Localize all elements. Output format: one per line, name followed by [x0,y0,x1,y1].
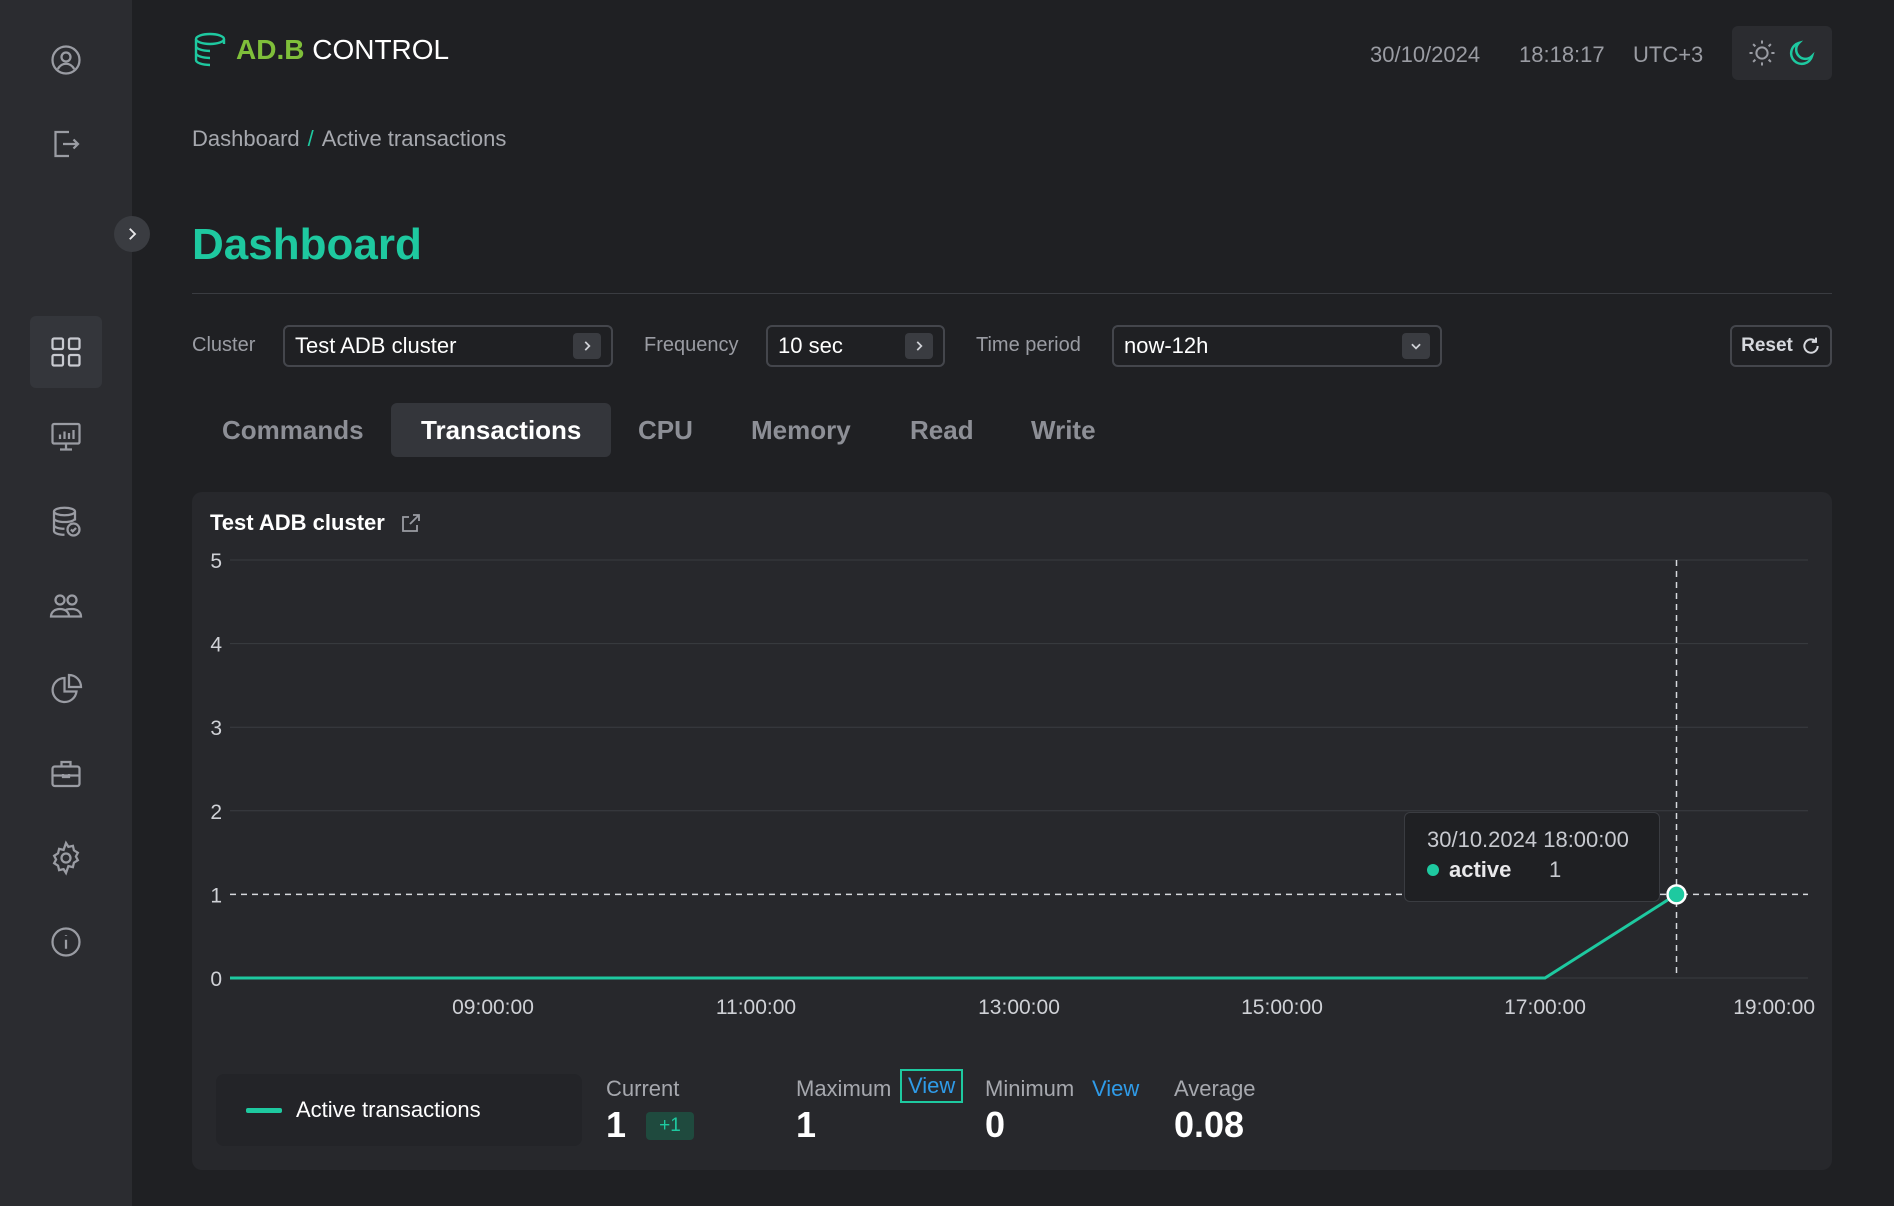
hover-point [1666,884,1687,905]
x-tick-label: 09:00:00 [452,996,534,1019]
maximum-value: 1 [796,1104,817,1145]
legend-label: Active transactions [296,1097,481,1122]
y-tick-label: 3 [210,717,222,740]
x-tick-label: 15:00:00 [1241,996,1323,1019]
minimum-value: 0 [985,1104,1006,1145]
minimum-view-link[interactable]: View [1092,1076,1139,1102]
y-tick-label: 2 [210,801,222,824]
chart-tooltip: 30/10.2024 18:00:00 active 1 [1404,812,1660,902]
legend-active-transactions[interactable]: Active transactions [216,1074,582,1146]
x-tick-label: 19:00:00 [1733,996,1815,1019]
tooltip-date: 30/10.2024 18:00:00 [1427,827,1629,852]
series-line [230,893,1678,980]
current-delta-badge: +1 [646,1112,694,1140]
tooltip-row: active 1 [1427,857,1637,883]
y-tick-label: 4 [210,634,222,657]
x-tick-label: 11:00:00 [716,996,796,1019]
x-tick-label: 17:00:00 [1504,996,1586,1019]
minimum-label: Minimum [985,1076,1075,1101]
current-value: 1 [606,1104,627,1145]
maximum-view-link[interactable]: View [900,1069,964,1103]
y-tick-label: 1 [210,884,222,907]
maximum-label: Maximum [796,1076,892,1101]
y-tick-label: 5 [210,550,222,573]
legend-swatch [246,1107,282,1113]
current-label: Current [606,1076,680,1101]
average-value: 0.08 [1174,1104,1245,1145]
tooltip-series: active [1449,857,1512,882]
expand-sidebar-button[interactable] [114,216,150,252]
tooltip-value: 1 [1549,857,1562,882]
chevron-right-icon [129,228,137,240]
tooltip-series-dot [1427,864,1439,876]
average-label: Average [1174,1076,1256,1101]
x-tick-label: 13:00:00 [978,996,1060,1019]
y-tick-label: 0 [210,968,222,991]
